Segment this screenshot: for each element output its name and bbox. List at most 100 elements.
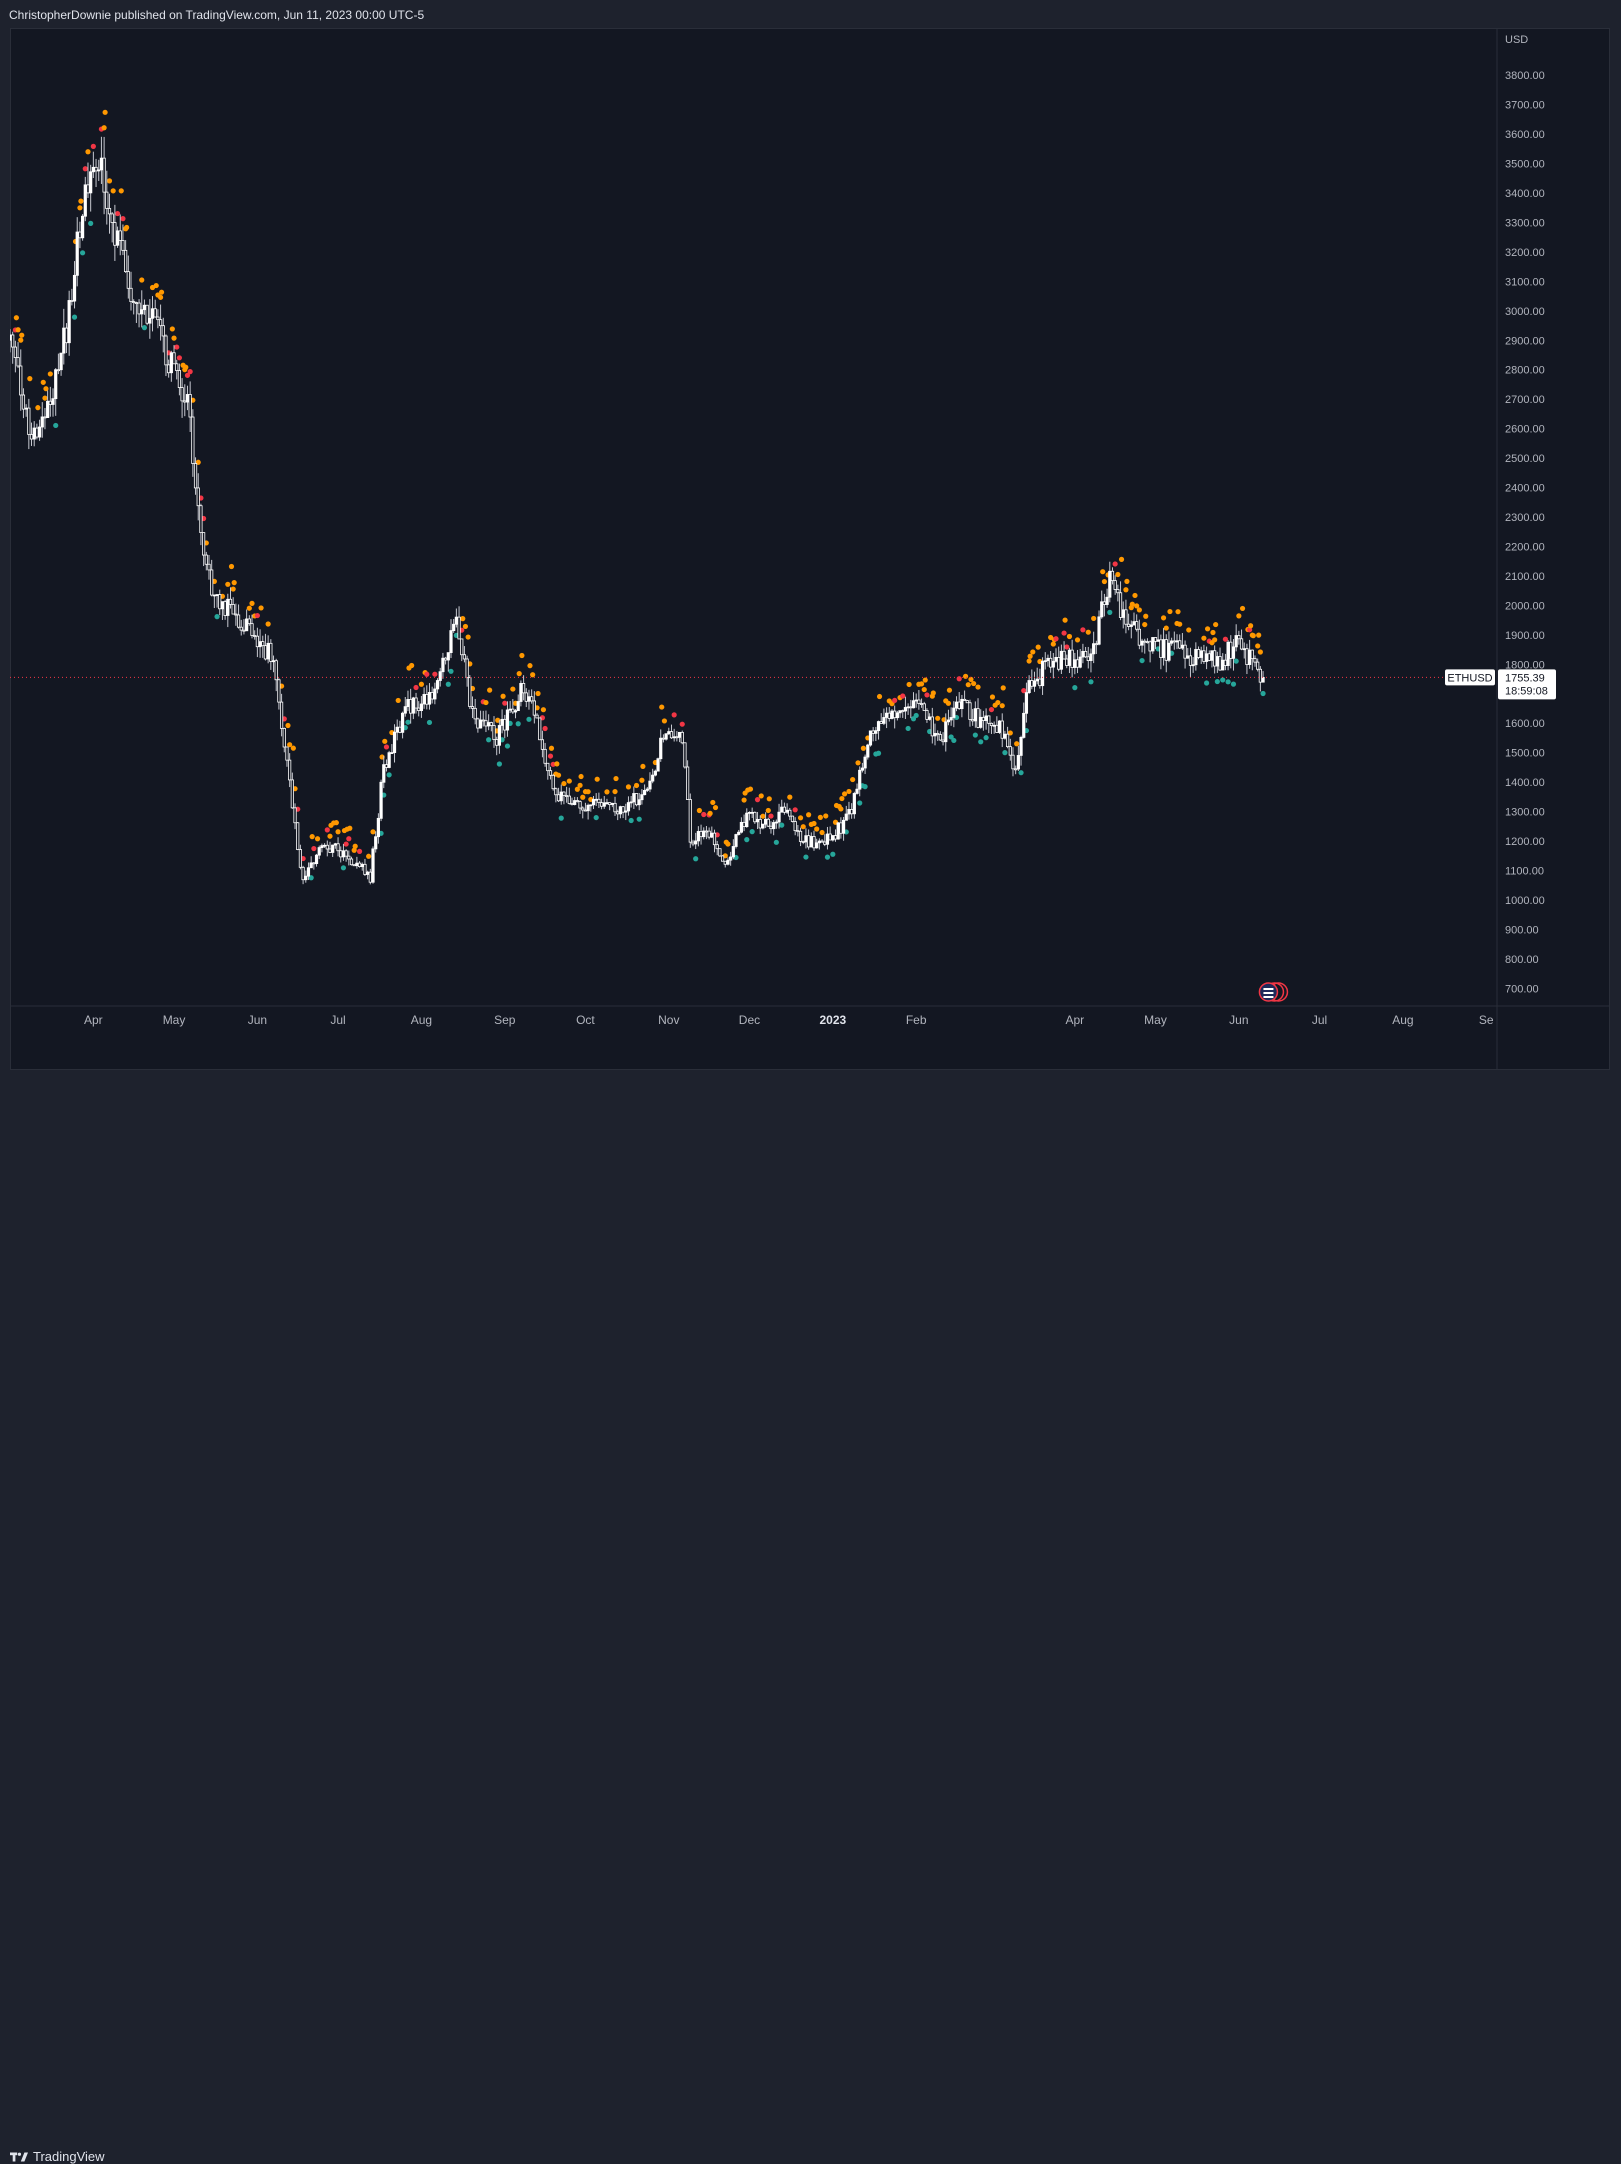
indicator-dot <box>876 693 883 700</box>
candle <box>858 769 862 790</box>
candle <box>435 680 440 690</box>
candle <box>269 642 273 662</box>
candle <box>1226 641 1230 666</box>
candle <box>723 860 727 865</box>
candle <box>255 635 259 648</box>
candle <box>554 788 558 796</box>
candle <box>632 793 636 803</box>
candle <box>548 770 553 776</box>
candle <box>882 717 886 724</box>
indicator-dot <box>230 586 236 592</box>
indicator-dot <box>701 811 707 818</box>
indicator-dot <box>1250 633 1256 639</box>
candle <box>860 767 865 771</box>
indicator-dot <box>139 277 145 283</box>
indicator-dot <box>1053 636 1059 642</box>
candle <box>570 803 574 805</box>
candle <box>758 819 762 829</box>
candle <box>395 726 399 733</box>
candle <box>1164 639 1168 661</box>
candle <box>304 875 308 881</box>
time-tick-label: Jun <box>248 1013 267 1027</box>
candle <box>868 730 873 746</box>
indicator-dot <box>554 761 560 767</box>
indicator-dot <box>346 836 352 842</box>
candle <box>669 731 674 739</box>
time-tick-label: Se <box>1479 1013 1494 1027</box>
indicator-dot <box>1026 658 1032 664</box>
candle <box>1178 640 1182 649</box>
indicator-dot <box>921 686 927 693</box>
price-axis[interactable]: USD 700.00 800.00 900.00 1000.00 1100.00 1200.… <box>1496 28 1545 1070</box>
indicator-dot <box>1142 621 1148 628</box>
candle <box>887 712 891 719</box>
candle <box>460 638 464 656</box>
candle <box>656 758 660 772</box>
candle <box>37 426 42 438</box>
candle <box>19 365 23 396</box>
indicator-dot <box>577 782 583 788</box>
candle <box>344 850 348 857</box>
candle <box>1030 680 1034 687</box>
candle <box>890 710 894 719</box>
candle <box>309 862 313 869</box>
indicator-dot <box>749 829 755 835</box>
candle <box>1156 639 1160 642</box>
price-tick-label: 800.00 <box>1505 954 1539 966</box>
candle <box>1040 660 1045 687</box>
candle <box>242 629 246 632</box>
indicator-dot <box>13 315 19 321</box>
indicator-dot <box>1210 629 1216 636</box>
indicator-dot <box>47 371 53 377</box>
candle <box>444 657 448 661</box>
candle <box>581 807 585 811</box>
indicator-dot <box>1167 608 1173 615</box>
candle <box>565 795 569 797</box>
candle <box>731 846 735 858</box>
indicator-dot <box>510 686 516 692</box>
indicator-dot <box>409 662 415 669</box>
candle <box>183 400 187 403</box>
candle <box>637 799 641 806</box>
indicator-dot <box>231 580 237 586</box>
candle <box>468 677 472 707</box>
price-tick-label: 3400.00 <box>1505 188 1545 200</box>
candle <box>419 703 424 712</box>
candle <box>1051 660 1055 668</box>
candle <box>1113 580 1117 590</box>
candle <box>341 850 346 858</box>
indicator-dot <box>1035 644 1041 650</box>
candle <box>863 756 867 769</box>
candle <box>1100 601 1104 618</box>
tradingview-brand[interactable]: TradingView <box>10 2149 105 2164</box>
indicator-dot <box>983 735 989 741</box>
candle <box>667 731 671 735</box>
candle <box>1022 712 1026 738</box>
candle <box>946 719 951 723</box>
candle <box>317 847 321 856</box>
indicator-dot <box>214 614 220 620</box>
candle <box>949 717 953 721</box>
indicator-dot <box>254 612 260 619</box>
candle <box>1019 737 1023 756</box>
candle <box>898 710 902 714</box>
candle <box>532 700 536 716</box>
candlestick-chart[interactable]: USD 700.00 800.00 900.00 1000.00 1100.00 1200.… <box>10 28 1610 1070</box>
candle <box>936 733 940 735</box>
candle <box>1229 641 1233 659</box>
indicator-dot <box>585 789 591 795</box>
candle <box>161 325 165 337</box>
indicator-dot <box>515 721 521 727</box>
indicator-dot <box>995 699 1001 706</box>
candle <box>191 416 195 464</box>
indicator-dot <box>922 677 928 683</box>
time-axis[interactable]: Apr May Jun Jul Aug Sep Oct Nov Dec 2023 Feb Apr May… <box>10 1005 1610 1027</box>
candle <box>833 835 838 840</box>
candle <box>761 823 765 829</box>
indicator-dot <box>819 829 825 836</box>
indicator-dot <box>124 224 130 231</box>
indicator-dot <box>765 807 771 814</box>
bottom-bar: TradingView <box>0 1072 1621 2164</box>
candle <box>438 671 442 681</box>
candle <box>24 407 28 410</box>
